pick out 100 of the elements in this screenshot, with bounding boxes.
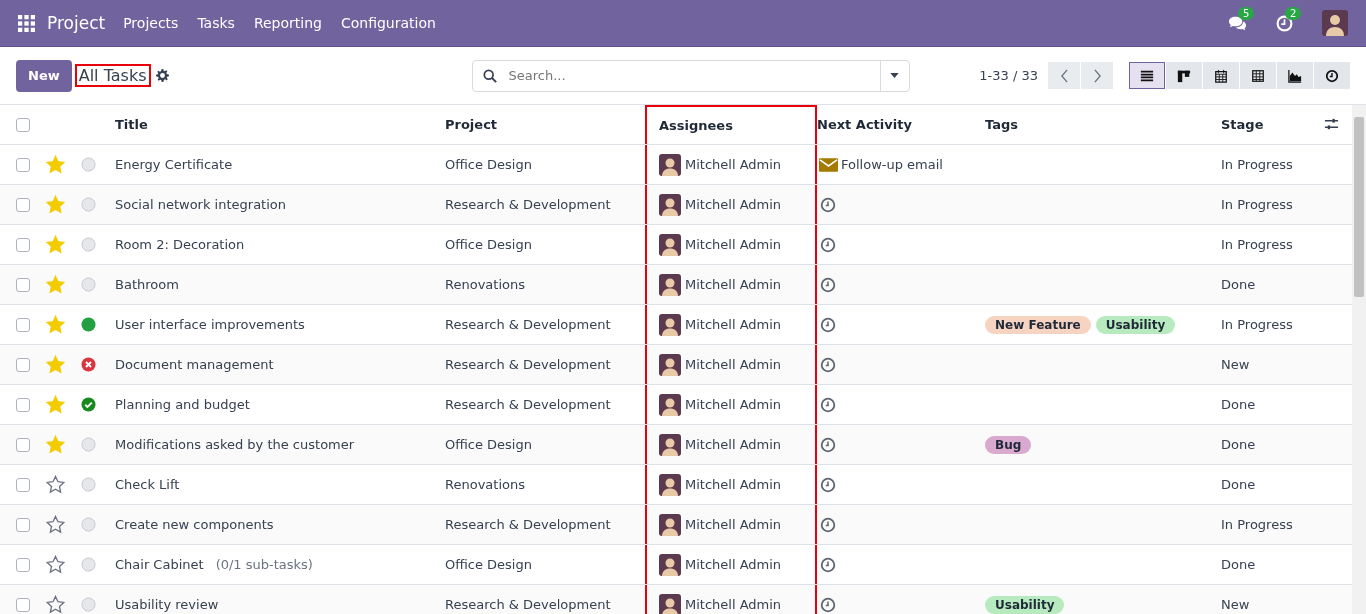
task-title[interactable]: Energy Certificate bbox=[115, 157, 233, 172]
clock-icon[interactable] bbox=[820, 556, 836, 573]
task-title[interactable]: User interface improvements bbox=[115, 317, 305, 332]
scrollbar-thumb[interactable] bbox=[1354, 117, 1364, 297]
envelope-icon[interactable] bbox=[819, 157, 838, 172]
calendar-view-button[interactable] bbox=[1203, 62, 1239, 89]
menu-link[interactable]: Reporting bbox=[253, 15, 322, 31]
column-header[interactable]: Tags bbox=[985, 105, 1221, 144]
assignee-name[interactable]: Mitchell Admin bbox=[685, 357, 782, 372]
activity-view-button[interactable] bbox=[1314, 62, 1350, 89]
status-circle-icon[interactable] bbox=[81, 197, 96, 212]
assignee-name[interactable]: Mitchell Admin bbox=[685, 557, 782, 572]
assignee-name[interactable]: Mitchell Admin bbox=[685, 317, 782, 332]
menu-link[interactable]: Configuration bbox=[340, 15, 436, 31]
row-checkbox[interactable] bbox=[16, 397, 30, 412]
app-name-link[interactable]: Project bbox=[47, 13, 106, 33]
task-title[interactable]: Create new components bbox=[115, 517, 274, 532]
status-circle-icon[interactable] bbox=[81, 517, 96, 532]
clock-icon[interactable] bbox=[820, 516, 836, 533]
task-title[interactable]: Room 2: Decoration bbox=[115, 237, 245, 252]
assignee-name[interactable]: Mitchell Admin bbox=[685, 477, 782, 492]
row-checkbox[interactable] bbox=[16, 477, 30, 492]
activity-label[interactable]: Follow-up email bbox=[841, 157, 943, 172]
row-checkbox[interactable] bbox=[16, 437, 30, 452]
status-dot-icon[interactable] bbox=[81, 317, 96, 332]
column-header[interactable]: Title bbox=[115, 105, 445, 144]
assignee-name[interactable]: Mitchell Admin bbox=[685, 517, 782, 532]
assignee-name[interactable]: Mitchell Admin bbox=[685, 237, 782, 252]
status-circle-icon[interactable] bbox=[81, 597, 96, 612]
clock-icon[interactable] bbox=[820, 436, 836, 453]
select-all-checkbox[interactable] bbox=[16, 117, 30, 132]
task-title[interactable]: Chair Cabinet bbox=[115, 557, 204, 572]
status-circle-icon[interactable] bbox=[81, 237, 96, 252]
status-circle-icon[interactable] bbox=[81, 277, 96, 292]
clock-icon[interactable] bbox=[820, 316, 836, 333]
filled-star-icon[interactable] bbox=[46, 275, 65, 294]
column-header[interactable]: Project bbox=[445, 105, 645, 144]
task-title[interactable]: Bathroom bbox=[115, 277, 179, 292]
filled-star-icon[interactable] bbox=[46, 435, 65, 454]
check-circle-icon[interactable] bbox=[81, 397, 96, 412]
user-avatar[interactable] bbox=[1322, 10, 1348, 36]
filled-star-icon[interactable] bbox=[46, 395, 65, 414]
outline-star-icon[interactable] bbox=[46, 555, 65, 574]
pager-value[interactable]: 1-33 / 33 bbox=[979, 68, 1038, 83]
assignee-name[interactable]: Mitchell Admin bbox=[685, 397, 782, 412]
next-page-button[interactable] bbox=[1081, 62, 1113, 89]
filled-star-icon[interactable] bbox=[46, 315, 65, 334]
task-title[interactable]: Document management bbox=[115, 357, 274, 372]
filled-star-icon[interactable] bbox=[46, 155, 65, 174]
assignee-name[interactable]: Mitchell Admin bbox=[685, 597, 782, 612]
outline-star-icon[interactable] bbox=[46, 595, 65, 614]
task-title[interactable]: Planning and budget bbox=[115, 397, 250, 412]
clock-icon[interactable] bbox=[820, 396, 836, 413]
filled-star-icon[interactable] bbox=[46, 235, 65, 254]
clock-icon[interactable] bbox=[820, 356, 836, 373]
task-title[interactable]: Social network integration bbox=[115, 197, 286, 212]
row-checkbox[interactable] bbox=[16, 277, 30, 292]
blocked-x-icon[interactable] bbox=[81, 357, 96, 372]
assignee-name[interactable]: Mitchell Admin bbox=[685, 437, 782, 452]
row-checkbox[interactable] bbox=[16, 517, 30, 532]
row-checkbox[interactable] bbox=[16, 597, 30, 612]
pivot-view-button[interactable] bbox=[1240, 62, 1276, 89]
outline-star-icon[interactable] bbox=[46, 475, 65, 494]
task-title[interactable]: Modifications asked by the customer bbox=[115, 437, 355, 452]
clock-icon[interactable] bbox=[820, 196, 836, 213]
row-checkbox[interactable] bbox=[16, 317, 30, 332]
apps-grid-icon[interactable] bbox=[18, 14, 35, 32]
row-checkbox[interactable] bbox=[16, 357, 30, 372]
filled-star-icon[interactable] bbox=[46, 355, 65, 374]
previous-page-button[interactable] bbox=[1048, 62, 1080, 89]
assignee-name[interactable]: Mitchell Admin bbox=[685, 277, 782, 292]
status-circle-icon[interactable] bbox=[81, 477, 96, 492]
column-header[interactable]: Next Activity bbox=[817, 105, 985, 144]
status-circle-icon[interactable] bbox=[81, 557, 96, 572]
column-header[interactable]: Assignees bbox=[645, 105, 817, 144]
row-checkbox[interactable] bbox=[16, 557, 30, 572]
task-title[interactable]: Check Lift bbox=[115, 477, 180, 492]
scrollbar[interactable] bbox=[1352, 105, 1366, 614]
row-checkbox[interactable] bbox=[16, 197, 30, 212]
row-checkbox[interactable] bbox=[16, 157, 30, 172]
outline-star-icon[interactable] bbox=[46, 515, 65, 534]
task-title[interactable]: Usability review bbox=[115, 597, 219, 612]
graph-view-button[interactable] bbox=[1277, 62, 1313, 89]
filled-star-icon[interactable] bbox=[46, 195, 65, 214]
clock-icon[interactable] bbox=[820, 596, 836, 613]
kanban-view-button[interactable] bbox=[1166, 62, 1202, 89]
menu-link[interactable]: Tasks bbox=[197, 15, 235, 31]
search-field[interactable]: Search... bbox=[471, 59, 910, 92]
status-circle-icon[interactable] bbox=[81, 437, 96, 452]
assignee-name[interactable]: Mitchell Admin bbox=[685, 197, 782, 212]
assignee-name[interactable]: Mitchell Admin bbox=[685, 157, 782, 172]
clock-icon[interactable] bbox=[820, 236, 836, 253]
settings-icon[interactable] bbox=[155, 69, 169, 82]
new-button[interactable]: New bbox=[16, 59, 72, 92]
list-view-button[interactable] bbox=[1129, 62, 1165, 89]
column-header[interactable]: Stage bbox=[1221, 105, 1316, 144]
menu-link[interactable]: Projects bbox=[123, 15, 179, 31]
clock-icon[interactable] bbox=[820, 476, 836, 493]
clock-icon[interactable] bbox=[820, 276, 836, 293]
status-circle-icon[interactable] bbox=[81, 157, 96, 172]
